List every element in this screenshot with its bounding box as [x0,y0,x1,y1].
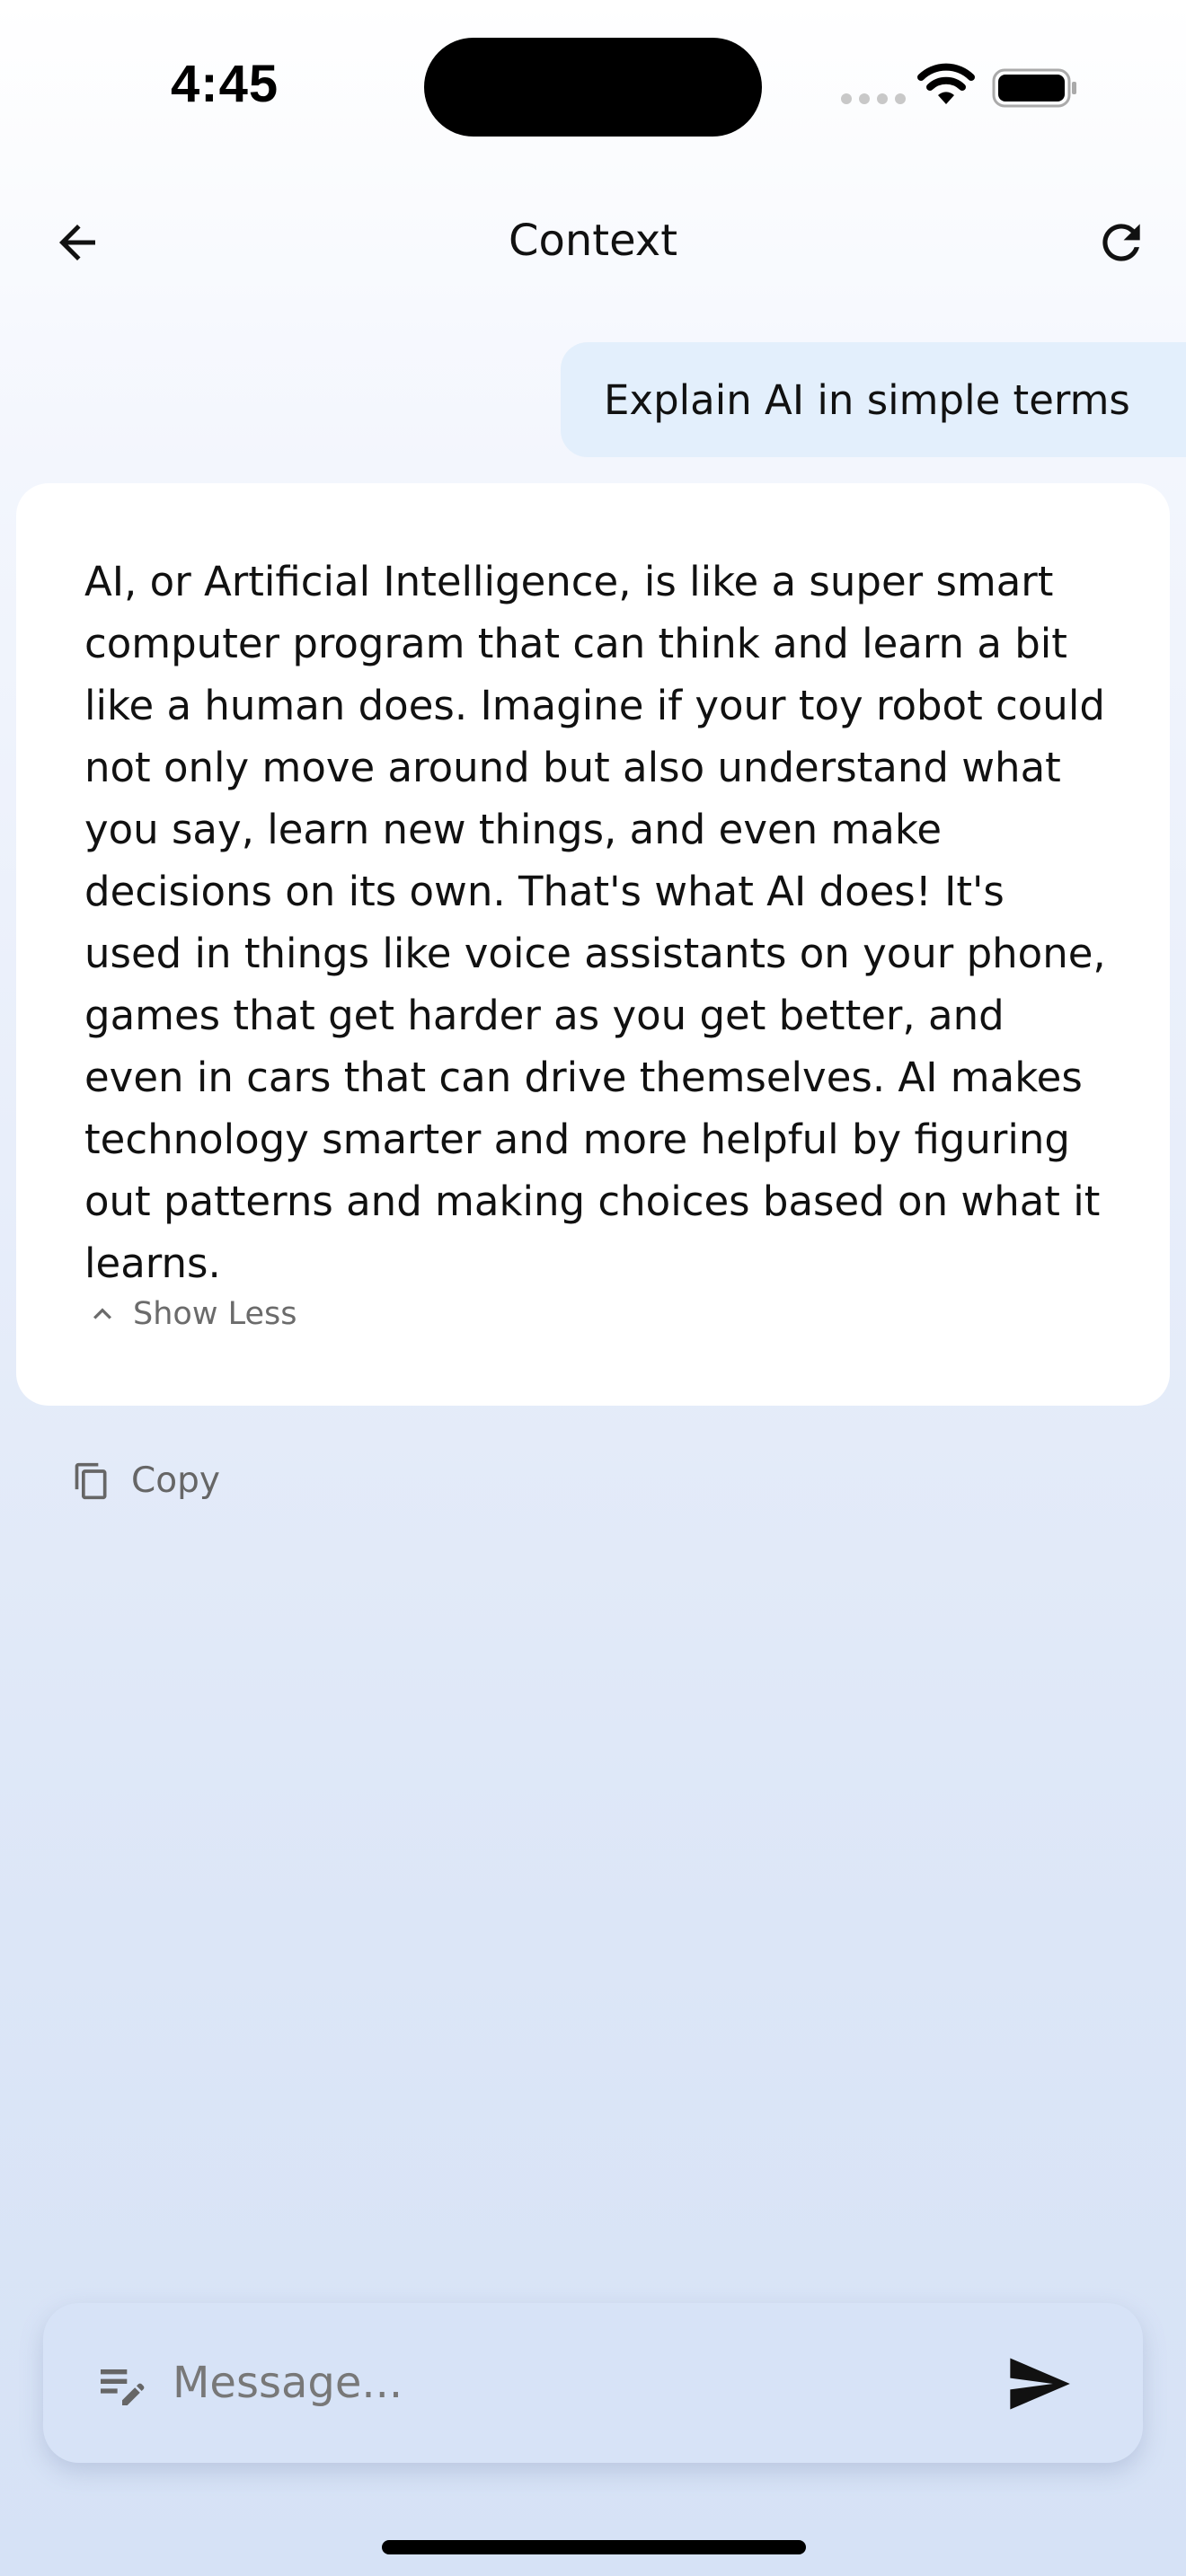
dynamic-island [424,38,762,137]
show-less-label: Show Less [133,1296,297,1332]
copy-icon [75,1462,107,1499]
user-message-bubble: Explain AI in simple terms [561,342,1186,457]
copy-label: Copy [131,1460,220,1501]
user-message-text: Explain AI in simple terms [604,375,1130,424]
refresh-icon [1102,224,1140,261]
send-button[interactable] [997,2342,1080,2425]
page-title: Context [508,216,678,266]
show-less-button[interactable]: Show Less [84,1296,1111,1332]
battery-icon [992,68,1076,108]
message-input[interactable] [173,2333,981,2432]
wifi-icon [917,63,975,104]
send-icon [1010,2358,1070,2410]
chevron-up-icon [93,1308,111,1319]
status-time: 4:45 [171,55,279,113]
home-indicator [382,2540,806,2554]
edit-note-icon[interactable] [93,2355,151,2413]
assistant-message-card: AI, or Artificial Intelligence, is like … [16,483,1170,1406]
assistant-message-text: AI, or Artificial Intelligence, is like … [84,558,1106,1287]
refresh-button[interactable] [1087,208,1155,277]
message-composer [43,2303,1143,2463]
cellular-signal-icon [841,93,906,104]
copy-button[interactable]: Copy [72,1460,220,1501]
